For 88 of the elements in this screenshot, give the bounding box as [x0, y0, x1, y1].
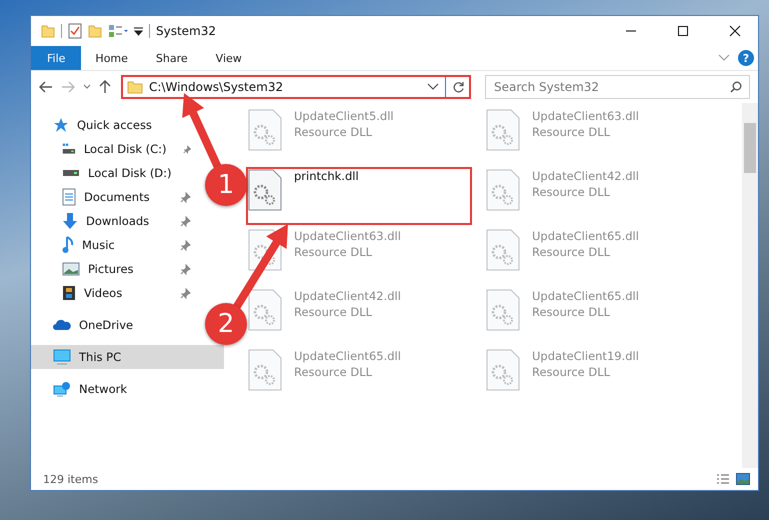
expand-ribbon-icon[interactable] — [718, 54, 730, 62]
ribbon-tab[interactable]: View — [202, 46, 256, 70]
sidebar-label: Local Disk (C:) — [84, 142, 167, 156]
sidebar-label: Documents — [84, 190, 150, 204]
sidebar-label: This PC — [79, 350, 122, 364]
refresh-icon[interactable] — [452, 80, 465, 94]
settings-file-icon — [486, 229, 520, 271]
file-type: Resource DLL — [532, 365, 612, 379]
sidebar-item[interactable]: This PC — [31, 345, 224, 369]
settings-file-icon — [486, 289, 520, 331]
sidebar-label: Local Disk (D:) — [88, 166, 172, 180]
drive-icon — [62, 142, 76, 156]
sidebar-label: Pictures — [88, 262, 134, 276]
file-type: Resource DLL — [532, 245, 612, 259]
up-icon[interactable] — [99, 80, 111, 94]
search-icon — [730, 81, 742, 93]
file-name: UpdateClient63.dll — [294, 229, 401, 243]
ribbon-tab[interactable]: Share — [142, 46, 202, 70]
file-type: Resource DLL — [532, 125, 612, 139]
file-name: UpdateClient19.dll — [532, 349, 639, 363]
settings-file-icon — [248, 169, 282, 211]
file-type: Resource DLL — [294, 245, 374, 259]
sidebar-item[interactable]: Network — [31, 377, 138, 401]
view-options-icon[interactable] — [108, 24, 128, 38]
film-icon — [62, 285, 76, 301]
back-icon[interactable] — [39, 81, 53, 93]
file-name: UpdateClient42.dll — [532, 169, 639, 183]
sidebar-label: OneDrive — [79, 318, 134, 332]
scrollbar[interactable] — [742, 103, 758, 468]
sidebar-item[interactable]: Local Disk (C:) — [31, 137, 201, 161]
file-type: Resource DLL — [294, 365, 374, 379]
drive-icon — [62, 169, 80, 177]
file-name: UpdateClient5.dll — [294, 109, 394, 123]
monitor-icon — [53, 349, 71, 365]
window-title: System32 — [156, 24, 216, 38]
file-item[interactable]: printchk.dll — [246, 167, 472, 225]
file-name: printchk.dll — [294, 169, 359, 183]
picture-icon — [62, 262, 80, 276]
sidebar-label: Downloads — [86, 214, 150, 228]
sidebar-label: Videos — [84, 286, 122, 300]
settings-file-icon — [486, 349, 520, 391]
address-path: C:\Windows\System32 — [149, 80, 284, 94]
music-note-icon — [62, 236, 74, 254]
sidebar-label: Quick access — [77, 118, 152, 132]
sidebar-item[interactable]: Videos — [31, 281, 201, 305]
settings-file-icon — [248, 109, 282, 151]
file-name: UpdateClient65.dll — [532, 229, 639, 243]
help-button[interactable]: ? — [738, 50, 754, 66]
ribbon-tab[interactable]: File — [31, 46, 82, 70]
sidebar-label: Network — [79, 382, 128, 396]
details-view-icon[interactable] — [716, 473, 730, 485]
settings-file-icon — [486, 169, 520, 211]
sidebar-label: Music — [82, 238, 115, 252]
recent-locations-icon[interactable] — [83, 84, 91, 90]
dropdown-icon[interactable] — [427, 83, 439, 91]
settings-file-icon — [248, 289, 282, 331]
scroll-thumb[interactable] — [744, 123, 756, 173]
network-icon — [53, 381, 71, 397]
file-type: Resource DLL — [532, 185, 612, 199]
item-count: 129 items — [43, 472, 98, 486]
star-icon — [53, 117, 69, 133]
ribbon-tab[interactable]: Home — [81, 46, 142, 70]
maximize-icon — [677, 25, 689, 37]
sidebar-item[interactable]: Pictures — [31, 257, 201, 281]
sidebar-item[interactable]: Local Disk (D:) — [31, 161, 190, 185]
folder-icon — [127, 80, 143, 94]
document-icon — [62, 188, 76, 206]
properties-icon[interactable] — [68, 23, 82, 39]
search-field[interactable]: Search System32 — [485, 75, 750, 99]
file-name: UpdateClient65.dll — [294, 349, 401, 363]
settings-file-icon — [486, 109, 520, 151]
file-type: Resource DLL — [294, 125, 374, 139]
sidebar-item[interactable]: Documents — [31, 185, 201, 209]
download-arrow-icon — [62, 212, 78, 230]
sidebar-item[interactable]: Music — [31, 233, 201, 257]
file-name: UpdateClient63.dll — [532, 109, 639, 123]
file-type: Resource DLL — [532, 305, 612, 319]
sidebar-item[interactable]: Quick access — [31, 113, 162, 137]
file-name: UpdateClient42.dll — [294, 289, 401, 303]
file-name: UpdateClient65.dll — [532, 289, 639, 303]
address-bar[interactable]: C:\Windows\System32 — [121, 75, 471, 99]
customize-toolbar-icon[interactable] — [134, 26, 143, 36]
sidebar-item[interactable]: Downloads — [31, 209, 201, 233]
sidebar-item[interactable]: OneDrive — [31, 313, 144, 337]
cloud-icon — [53, 319, 71, 331]
settings-file-icon — [248, 349, 282, 391]
close-icon — [729, 25, 741, 37]
file-type: Resource DLL — [294, 305, 374, 319]
